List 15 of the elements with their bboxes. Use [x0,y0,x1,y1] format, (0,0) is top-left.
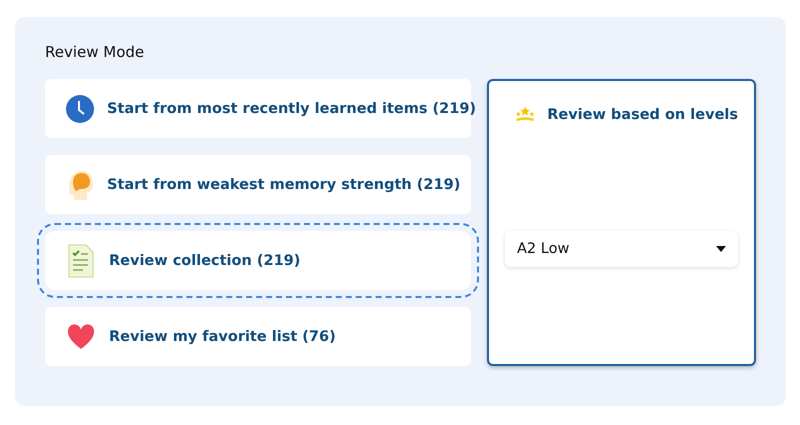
review-option-card[interactable]: Review collection (219) [45,231,471,290]
clock-icon [65,94,95,124]
levels-card-title: Review based on levels [547,107,738,123]
section-title: Review Mode [45,43,146,61]
heart-icon [67,324,95,350]
levels-card[interactable]: Review based on levels A2 Low [487,79,756,366]
level-dropdown[interactable]: A2 Low [505,231,738,267]
option-label: Review my favorite list (76) [109,328,336,344]
option-label: Start from weakest memory strength (219) [107,176,460,192]
caret-icon [716,246,726,252]
option-label: Review collection (219) [109,252,300,268]
review-option-card[interactable]: Start from weakest memory strength (219) [45,155,471,214]
review-option-card[interactable]: Review my favorite list (76) [45,307,471,366]
checklist-icon [67,244,95,278]
dropdown-value: A2 Low [517,241,570,257]
